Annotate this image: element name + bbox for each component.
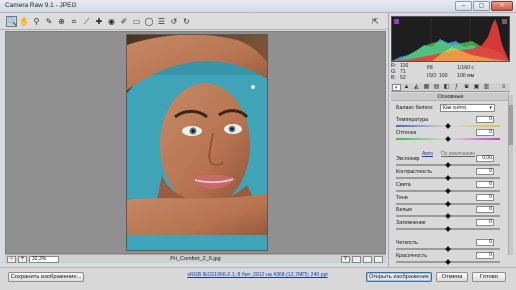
auto-link[interactable]: Авто bbox=[422, 151, 433, 157]
panel-tabs: ◐ ▲ ◭ ▦ ▤ ◧ ƒ ◙ ▣ ▥ ≡ bbox=[391, 83, 510, 92]
highlights-value-field[interactable]: 0 bbox=[476, 181, 494, 188]
clarity-label: Четкость bbox=[396, 240, 418, 246]
tab-basic-icon[interactable]: ◐ bbox=[392, 84, 401, 91]
shadows-value-field[interactable]: 0 bbox=[476, 194, 494, 201]
minimize-button[interactable]: ‒ bbox=[455, 1, 472, 11]
tab-tone-curve-icon[interactable]: ▲ bbox=[402, 84, 411, 91]
exposure-value-field[interactable]: 0,00 bbox=[476, 155, 494, 162]
close-button[interactable]: ✕ bbox=[491, 1, 513, 11]
preferences-tool-icon[interactable]: ☰ bbox=[156, 16, 167, 27]
tab-detail-icon[interactable]: ◭ bbox=[412, 84, 421, 91]
shutter-value: 1/160 с bbox=[457, 65, 475, 71]
tab-snapshots-icon[interactable]: ▥ bbox=[482, 84, 491, 91]
focal-length-value: 100 мм bbox=[457, 73, 475, 79]
adjustment-brush-tool-icon[interactable]: ✐ bbox=[119, 16, 130, 27]
white-balance-label: Баланс белого: bbox=[396, 105, 434, 111]
title-bar: Camera Raw 9.1 - JPEG ‒ ▢ ✕ bbox=[0, 0, 516, 13]
spot-removal-tool-icon[interactable]: ✚ bbox=[94, 16, 105, 27]
tint-label: Оттенок bbox=[396, 130, 417, 136]
done-button[interactable]: Готово bbox=[472, 272, 506, 282]
straighten-tool-icon[interactable]: ⟋ bbox=[81, 16, 92, 27]
shadows-label: Тени bbox=[396, 195, 408, 201]
tab-split-toning-icon[interactable]: ▤ bbox=[432, 84, 441, 91]
image-canvas[interactable] bbox=[5, 31, 386, 254]
photo-preview[interactable] bbox=[126, 34, 268, 251]
copy-settings-icon[interactable] bbox=[363, 256, 372, 263]
workflow-options-link[interactable]: sRGB IEC61966-2.1; 8 бит; 2912 на 4368 (… bbox=[140, 272, 375, 278]
iso-value: ISO: 100 bbox=[427, 73, 448, 79]
cancel-button[interactable]: Отмена bbox=[436, 272, 468, 282]
fullscreen-icon[interactable]: ⇱ bbox=[370, 16, 381, 27]
b-value: 52 bbox=[400, 75, 406, 81]
compare-icon[interactable]: Y bbox=[341, 256, 350, 263]
tab-presets-icon[interactable]: ▣ bbox=[472, 84, 481, 91]
temperature-value-field[interactable]: 0 bbox=[476, 116, 494, 123]
whites-label: Белые bbox=[396, 207, 413, 213]
clarity-value-field[interactable]: 0 bbox=[476, 239, 494, 246]
white-balance-select[interactable]: Как снято ▾ bbox=[440, 104, 495, 112]
tab-hsl-icon[interactable]: ▦ bbox=[422, 84, 431, 91]
blacks-label: Затемнение bbox=[396, 220, 426, 226]
graduated-filter-tool-icon[interactable]: ▭ bbox=[131, 16, 142, 27]
color-sampler-tool-icon[interactable]: ✎ bbox=[44, 16, 55, 27]
radial-filter-tool-icon[interactable]: ◯ bbox=[144, 16, 155, 27]
contrast-value-field[interactable]: 0 bbox=[476, 168, 494, 175]
highlight-clipping-icon bbox=[502, 19, 507, 24]
swap-icon[interactable] bbox=[352, 256, 361, 263]
zoom-tool-icon[interactable]: 🔍 bbox=[6, 16, 17, 27]
toggle-icon[interactable] bbox=[374, 256, 383, 263]
contrast-label: Контрастность bbox=[396, 169, 433, 175]
scrollbar-thumb[interactable] bbox=[508, 105, 513, 145]
targeted-adjustment-tool-icon[interactable]: ⊕ bbox=[56, 16, 67, 27]
maximize-button[interactable]: ▢ bbox=[473, 1, 490, 11]
basic-panel-title: Основные bbox=[391, 93, 510, 101]
vibrance-label: Красочность bbox=[396, 253, 427, 259]
tab-lens-icon[interactable]: ◧ bbox=[442, 84, 451, 91]
open-image-button[interactable]: Открыть изображение bbox=[366, 272, 432, 282]
highlights-label: Света bbox=[396, 182, 411, 188]
save-image-button[interactable]: Сохранить изображение... bbox=[8, 272, 84, 282]
blacks-value-field[interactable]: 0 bbox=[476, 219, 494, 226]
b-label: B: bbox=[391, 75, 396, 81]
whites-value-field[interactable]: 0 bbox=[476, 206, 494, 213]
tint-value-field[interactable]: 0 bbox=[476, 129, 494, 136]
crop-tool-icon[interactable]: ⌗ bbox=[69, 16, 80, 27]
rotate-ccw-tool-icon[interactable]: ↺ bbox=[169, 16, 180, 27]
red-eye-tool-icon[interactable]: ◉ bbox=[106, 16, 117, 27]
photo-filename: Pri_Comfort_2_6.jpg bbox=[170, 256, 221, 262]
histogram-graph bbox=[392, 17, 509, 61]
chevron-down-icon: ▾ bbox=[489, 105, 492, 111]
aperture-value: f/8 bbox=[427, 65, 433, 71]
exposure-label: Экспонир bbox=[396, 156, 420, 162]
white-balance-tool-icon[interactable]: ⚲ bbox=[31, 16, 42, 27]
panel-menu-icon[interactable]: ≡ bbox=[499, 84, 508, 91]
hand-tool-icon[interactable]: ✋ bbox=[19, 16, 30, 27]
tab-camera-calibration-icon[interactable]: ◙ bbox=[462, 84, 471, 91]
window-title: Camera Raw 9.1 - JPEG bbox=[5, 2, 77, 9]
shadow-clipping-icon bbox=[394, 19, 399, 24]
rgb-readout: R: 116 G: 71 B: 52 f/8 1/160 с ISO: 100 … bbox=[391, 63, 510, 81]
tab-fx-icon[interactable]: ƒ bbox=[452, 84, 461, 91]
canvas-status-bar: − + 32,3% Pri_Comfort_2_6.jpg Y bbox=[5, 254, 386, 263]
temperature-label: Температура bbox=[396, 117, 429, 123]
rotate-cw-tool-icon[interactable]: ↻ bbox=[181, 16, 192, 27]
portrait-image bbox=[127, 35, 267, 250]
histogram bbox=[391, 16, 510, 62]
default-link[interactable]: По умолчанию bbox=[441, 151, 475, 157]
white-balance-value: Как снято bbox=[443, 105, 467, 111]
vibrance-value-field[interactable]: 0 bbox=[476, 252, 494, 259]
